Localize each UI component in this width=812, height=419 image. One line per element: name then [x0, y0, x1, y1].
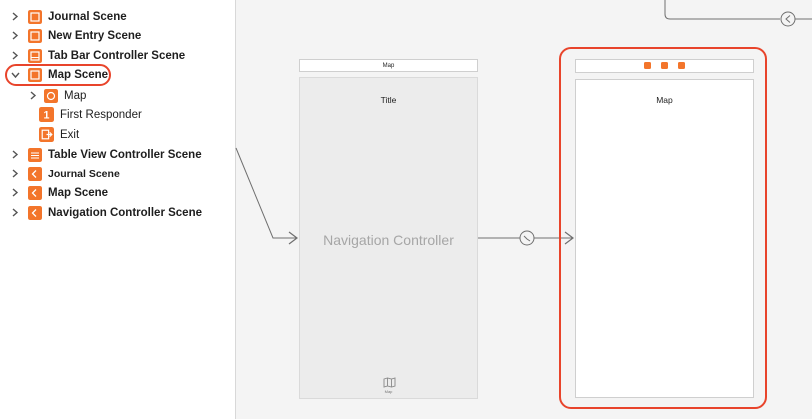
relationship-segue-icon [519, 230, 535, 246]
nav-controller-title-bar[interactable]: Map [299, 59, 478, 72]
navigation-controller[interactable]: Title Navigation Controller Map [299, 77, 478, 399]
tab-bar-item-label: Map [384, 389, 393, 394]
incoming-segue-line [235, 147, 296, 239]
nav-bar-title: Title [380, 95, 397, 105]
nav-controller-title-label: Map [382, 62, 395, 69]
highlight-box [559, 47, 767, 409]
map-icon [383, 377, 396, 388]
navigation-controller-label: Navigation Controller [323, 232, 454, 248]
top-segue-line [664, 0, 780, 20]
segue-back-icon [780, 11, 796, 27]
